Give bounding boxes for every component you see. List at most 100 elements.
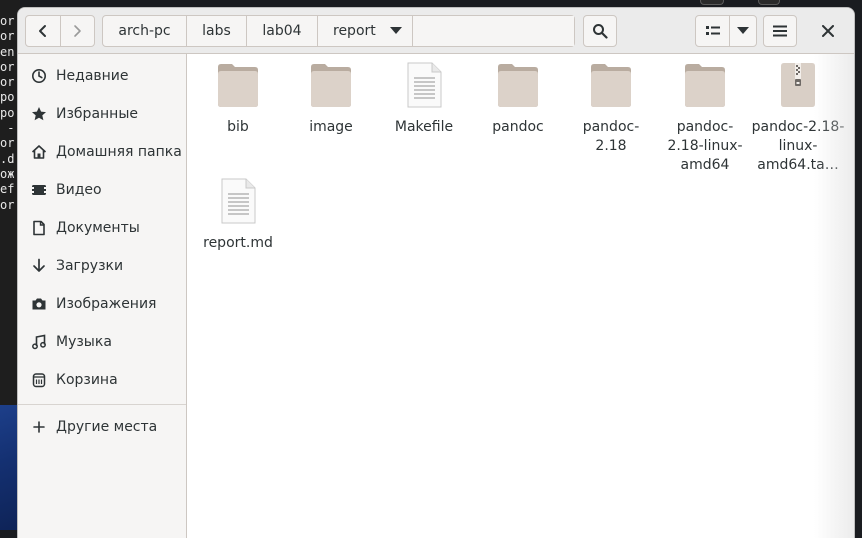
file-manager-window: arch-pc labs lab04 report Недавние Избра… (18, 8, 854, 538)
path-crumb-labs[interactable]: labs (187, 16, 247, 46)
view-switcher (695, 15, 757, 47)
terminal-line: or (0, 29, 15, 44)
main-menu-button[interactable] (763, 15, 797, 47)
window-edge-shadow (814, 54, 854, 538)
sidebar-item-label: Документы (56, 220, 140, 236)
file-name: image (309, 119, 353, 135)
video-icon (31, 182, 47, 198)
sidebar-item-pictures[interactable]: Изображения (18, 286, 186, 322)
path-crumb-label: report (333, 23, 376, 39)
sidebar-separator (18, 404, 186, 405)
file-name: pandoc-2.18-linux-amd64 (667, 119, 743, 173)
terminal-line: or (0, 197, 15, 212)
terminal-line: or (0, 14, 15, 28)
forward-button[interactable] (59, 16, 95, 46)
file-item[interactable]: report.md (191, 178, 285, 251)
folder-icon (311, 64, 351, 107)
sidebar-item-label: Корзина (56, 372, 118, 388)
view-options-button[interactable] (729, 16, 756, 46)
folder-icon (498, 64, 538, 107)
text-file-icon (221, 178, 256, 224)
file-item[interactable]: Makefile (377, 62, 471, 135)
file-name: report.md (203, 235, 273, 251)
clock-icon (31, 68, 47, 84)
archive-icon (781, 63, 815, 107)
background-terminal: or or en or or po po - or .d ож ef or (0, 0, 20, 405)
path-crumb-label: arch-pc (118, 23, 171, 39)
music-icon (31, 334, 47, 350)
home-icon (31, 144, 47, 160)
file-item[interactable]: pandoc-2.18 (564, 62, 658, 154)
file-name: pandoc (492, 119, 544, 135)
sidebar-item-label: Музыка (56, 334, 112, 350)
path-crumb-arch-pc[interactable]: arch-pc (103, 16, 187, 46)
file-item[interactable]: pandoc-2.18-linux-amd64 (658, 62, 752, 173)
terminal-line: po (0, 105, 15, 120)
back-button[interactable] (26, 16, 60, 46)
sidebar-item-label: Избранные (56, 106, 138, 122)
sidebar-item-label: Видео (56, 182, 102, 198)
file-item[interactable]: image (284, 62, 378, 135)
search-button[interactable] (583, 15, 617, 47)
places-sidebar: Недавние Избранные Домашняя папка Видео … (18, 54, 187, 538)
sidebar-item-music[interactable]: Музыка (18, 324, 186, 360)
file-name: bib (227, 119, 249, 135)
sidebar-item-label: Другие места (56, 419, 158, 435)
sidebar-item-label: Изображения (56, 296, 157, 312)
terminal-line: po (0, 90, 15, 105)
chevron-down-icon (737, 27, 750, 34)
folder-icon (218, 64, 258, 107)
list-view-icon (705, 26, 720, 35)
camera-icon (31, 296, 47, 312)
navigation-buttons (25, 15, 95, 47)
terminal-line: or (0, 75, 15, 90)
terminal-line: or (0, 136, 15, 151)
terminal-line: ef (0, 182, 15, 197)
file-name: Makefile (394, 119, 454, 135)
sidebar-item-videos[interactable]: Видео (18, 172, 186, 208)
path-bar-empty-space (413, 16, 574, 46)
download-icon (31, 258, 47, 274)
chevron-left-icon (38, 25, 46, 37)
sidebar-item-label: Домашняя папка (56, 144, 182, 160)
search-icon (593, 24, 608, 39)
terminal-line: - (0, 121, 15, 136)
terminal-line: ож (0, 166, 15, 181)
path-crumb-report[interactable]: report (318, 16, 413, 46)
path-crumb-label: labs (202, 23, 231, 39)
sidebar-item-label: Загрузки (56, 258, 124, 274)
sidebar-item-trash[interactable]: Корзина (18, 362, 186, 398)
sidebar-item-documents[interactable]: Документы (18, 210, 186, 246)
sidebar-item-starred[interactable]: Избранные (18, 96, 186, 132)
star-icon (31, 106, 47, 122)
path-crumb-lab04[interactable]: lab04 (247, 16, 318, 46)
header-bar: arch-pc labs lab04 report (18, 8, 854, 54)
desktop-background (0, 405, 20, 530)
chevron-down-icon (389, 27, 402, 34)
folder-icon (591, 64, 631, 107)
terminal-line: or (0, 59, 15, 74)
hamburger-menu-icon (773, 25, 787, 37)
list-view-button[interactable] (696, 16, 729, 46)
sidebar-item-recent[interactable]: Недавние (18, 58, 186, 94)
terminal-line: .d (0, 151, 15, 166)
file-item[interactable]: bib (191, 62, 285, 135)
sidebar-item-other-places[interactable]: Другие места (18, 409, 186, 445)
close-icon (822, 25, 834, 37)
file-grid: bib image Makefile pandoc pandoc-2.18 pa… (187, 54, 854, 538)
document-icon (31, 220, 47, 236)
file-item[interactable]: pandoc (471, 62, 565, 135)
sidebar-item-label: Недавние (56, 68, 129, 84)
text-file-icon (407, 62, 442, 108)
sidebar-item-home[interactable]: Домашняя папка (18, 134, 186, 170)
folder-icon (685, 64, 725, 107)
close-button[interactable] (813, 15, 843, 47)
background-window-controls (700, 0, 780, 5)
chevron-right-icon (74, 25, 82, 37)
trash-icon (31, 372, 47, 388)
plus-icon (31, 419, 47, 435)
file-name: pandoc-2.18 (582, 119, 640, 154)
terminal-line: en (0, 44, 15, 59)
path-bar: arch-pc labs lab04 report (102, 15, 575, 47)
sidebar-item-downloads[interactable]: Загрузки (18, 248, 186, 284)
